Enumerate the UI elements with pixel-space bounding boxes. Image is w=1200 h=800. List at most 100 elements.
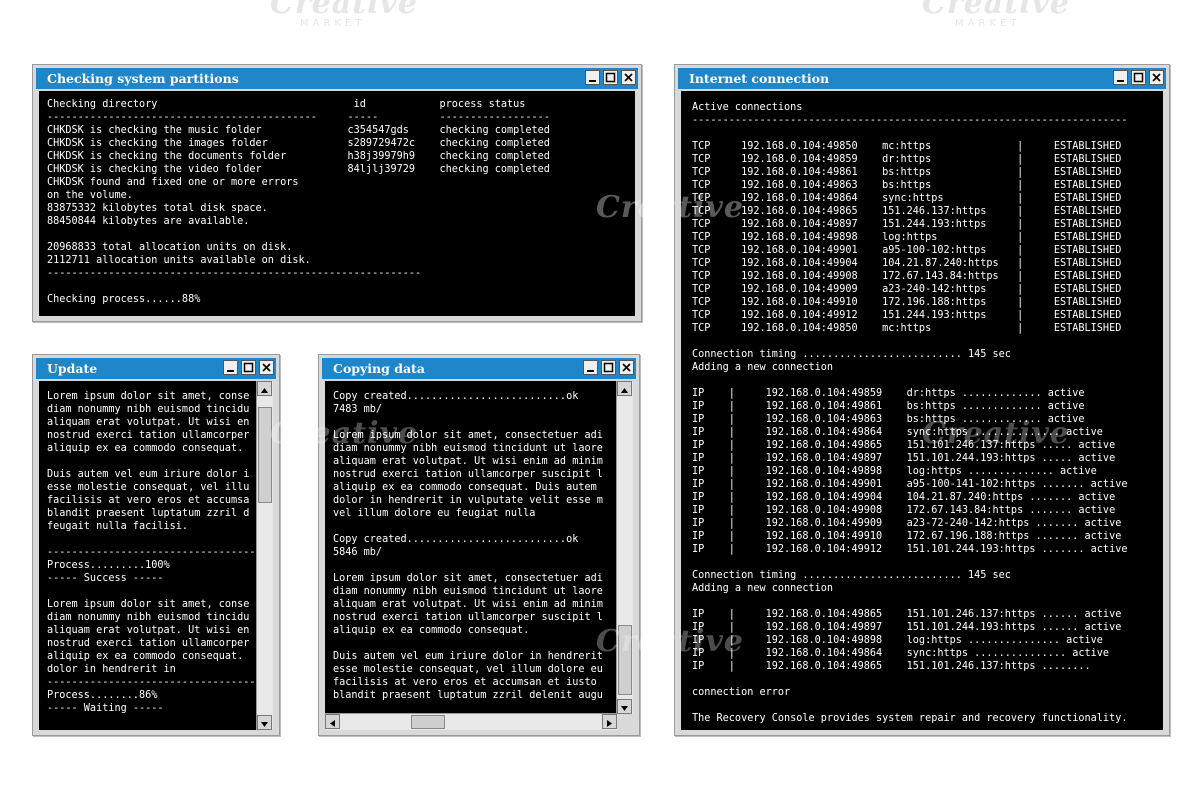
console-line: nostrud exerci tation ullamcorper	[47, 430, 250, 441]
console-line: diam nonummy nibh euismod tincidunt ut l…	[333, 586, 603, 597]
console-line: TCP 192.168.0.104:49864 sync:https | EST…	[692, 193, 1122, 204]
console-line: Connection timing ......................…	[692, 349, 1011, 360]
console-output: Lorem ipsum dolor sit amet, conse diam no…	[39, 381, 257, 730]
window-title: Copying data	[333, 361, 425, 376]
console-line: IP | 192.168.0.104:49865 151.101.246.137…	[692, 661, 1091, 672]
console-line: 5846 mb/	[333, 547, 383, 558]
console-line: IP | 192.168.0.104:49865 151.101.246.137…	[692, 609, 1122, 620]
window-title: Checking system partitions	[47, 71, 239, 86]
console-line: TCP 192.168.0.104:49909 a23-240-142:http…	[692, 284, 1122, 295]
maximize-icon	[605, 72, 616, 83]
maximize-button[interactable]	[1131, 70, 1146, 85]
minimize-button[interactable]	[1113, 70, 1128, 85]
console-line: feugait nulla facilisi.	[47, 521, 189, 532]
console-line: aliquip ex ea commodo consequat.	[333, 625, 530, 636]
title-bar[interactable]: Update	[36, 358, 276, 379]
console-line: TCP 192.168.0.104:49898 log:https | ESTA…	[692, 232, 1122, 243]
maximize-button[interactable]	[601, 360, 616, 375]
console-line: Process........86%	[47, 690, 158, 701]
scroll-left-button[interactable]	[325, 714, 340, 729]
console-line: nostrud exerci tation ullamcorper suscip…	[333, 469, 603, 480]
console-output: Active connections ----------------------…	[681, 91, 1163, 730]
vertical-scrollbar[interactable]	[616, 381, 633, 714]
arrow-up-icon	[621, 388, 628, 393]
update-window: Update Lorem ipsum dolor sit amet, conse…	[32, 354, 280, 736]
console-line: blandit praesent luptatum zzril d	[47, 508, 250, 519]
close-icon	[262, 363, 271, 372]
console-line: CHKDSK is checking the music folder c354…	[47, 125, 550, 136]
console-line: Adding a new connection	[692, 362, 834, 373]
horizontal-scrollbar[interactable]	[325, 713, 617, 730]
console-line: IP | 192.168.0.104:49897 151.101.244.193…	[692, 622, 1122, 633]
console-line: Lorem ipsum dolor sit amet, consectetuer…	[333, 573, 603, 584]
scroll-thumb[interactable]	[411, 715, 445, 729]
close-button[interactable]	[1149, 70, 1164, 85]
scroll-up-button[interactable]	[257, 381, 272, 396]
console-line: IP | 192.168.0.104:49912 151.101.244.193…	[692, 544, 1128, 555]
console-line: TCP 192.168.0.104:49904 104.21.87.240:ht…	[692, 258, 1122, 269]
console-line: nostrud exerci tation ullamcorper	[47, 638, 250, 649]
console-line: ----------------------------------------…	[47, 268, 422, 279]
console-line: TCP 192.168.0.104:49850 mc:https | ESTAB…	[692, 323, 1122, 334]
console-line: TCP 192.168.0.104:49901 a95-100-102:http…	[692, 245, 1122, 256]
title-bar[interactable]: Internet connection	[678, 68, 1166, 89]
console-line: IP | 192.168.0.104:49909 a23-72-240-142:…	[692, 518, 1122, 529]
watermark-sub: MARKET	[955, 18, 1021, 29]
scroll-down-button[interactable]	[257, 715, 272, 730]
minimize-button[interactable]	[583, 360, 598, 375]
scroll-up-button[interactable]	[617, 381, 632, 396]
console-line: IP | 192.168.0.104:49861 bs:https ......…	[692, 401, 1085, 412]
console-line: blandit praesent luptatum zzril delenit …	[333, 690, 603, 701]
minimize-button[interactable]	[585, 70, 600, 85]
watermark-logo: Creative	[596, 190, 744, 225]
close-button[interactable]	[621, 70, 636, 85]
console-line: Duis autem vel eum iriure dolor i	[47, 469, 250, 480]
console-line: Duis autem vel eum iriure dolor in hendr…	[333, 651, 603, 662]
internet-window: Internet connection Active connections --…	[674, 64, 1170, 736]
console-text: Checking directory id process status ----…	[39, 91, 635, 306]
console-output: Checking directory id process status ----…	[39, 91, 635, 316]
console-line: aliquip ex ea commodo consequat.	[47, 443, 244, 454]
scroll-down-button[interactable]	[617, 699, 632, 714]
console-line: aliquam erat volutpat. Ut wisi enim ad m…	[333, 456, 603, 467]
console-line: ----------------------------------------…	[47, 112, 550, 123]
arrow-down-icon	[261, 722, 268, 727]
maximize-button[interactable]	[241, 360, 256, 375]
minimize-icon	[587, 370, 594, 372]
maximize-icon	[243, 362, 254, 373]
scroll-right-button[interactable]	[602, 714, 617, 729]
close-button[interactable]	[619, 360, 634, 375]
console-line: The Recovery Console provides system rep…	[692, 713, 1128, 724]
console-line: 83875332 kilobytes total disk space.	[47, 203, 268, 214]
console-line: esse molestie consequat, vel illum dolor…	[333, 664, 603, 675]
console-line: IP | 192.168.0.104:49897 151.101.244.193…	[692, 453, 1116, 464]
console-line: IP | 192.168.0.104:49901 a95-100-141-102…	[692, 479, 1128, 490]
close-button[interactable]	[259, 360, 274, 375]
console-line: 7483 mb/	[333, 404, 383, 415]
console-line: Lorem ipsum dolor sit amet, conse	[47, 599, 250, 610]
console-line: ----------------------------------------…	[692, 115, 1128, 126]
window-title: Update	[47, 361, 98, 376]
console-line: Checking directory id process status	[47, 99, 526, 110]
console-line: dolor in hendrerit in	[47, 664, 176, 675]
minimize-icon	[589, 80, 596, 82]
console-line: diam nonummy nibh euismod tincidu	[47, 404, 250, 415]
title-bar[interactable]: Copying data	[322, 358, 636, 379]
console-line: ----- Success -----	[47, 573, 164, 584]
console-line: Copy created..........................ok	[333, 534, 579, 545]
console-line: TCP 192.168.0.104:49861 bs:https | ESTAB…	[692, 167, 1122, 178]
watermark-logo: Creative	[270, 416, 418, 451]
console-line: facilisis at vero eros et accumsan et iu…	[333, 677, 597, 688]
console-line: CHKDSK is checking the video folder 84lj…	[47, 164, 550, 175]
console-line: esse molestie consequat, vel illu	[47, 482, 250, 493]
minimize-button[interactable]	[223, 360, 238, 375]
title-bar[interactable]: Checking system partitions	[36, 68, 638, 89]
maximize-button[interactable]	[603, 70, 618, 85]
